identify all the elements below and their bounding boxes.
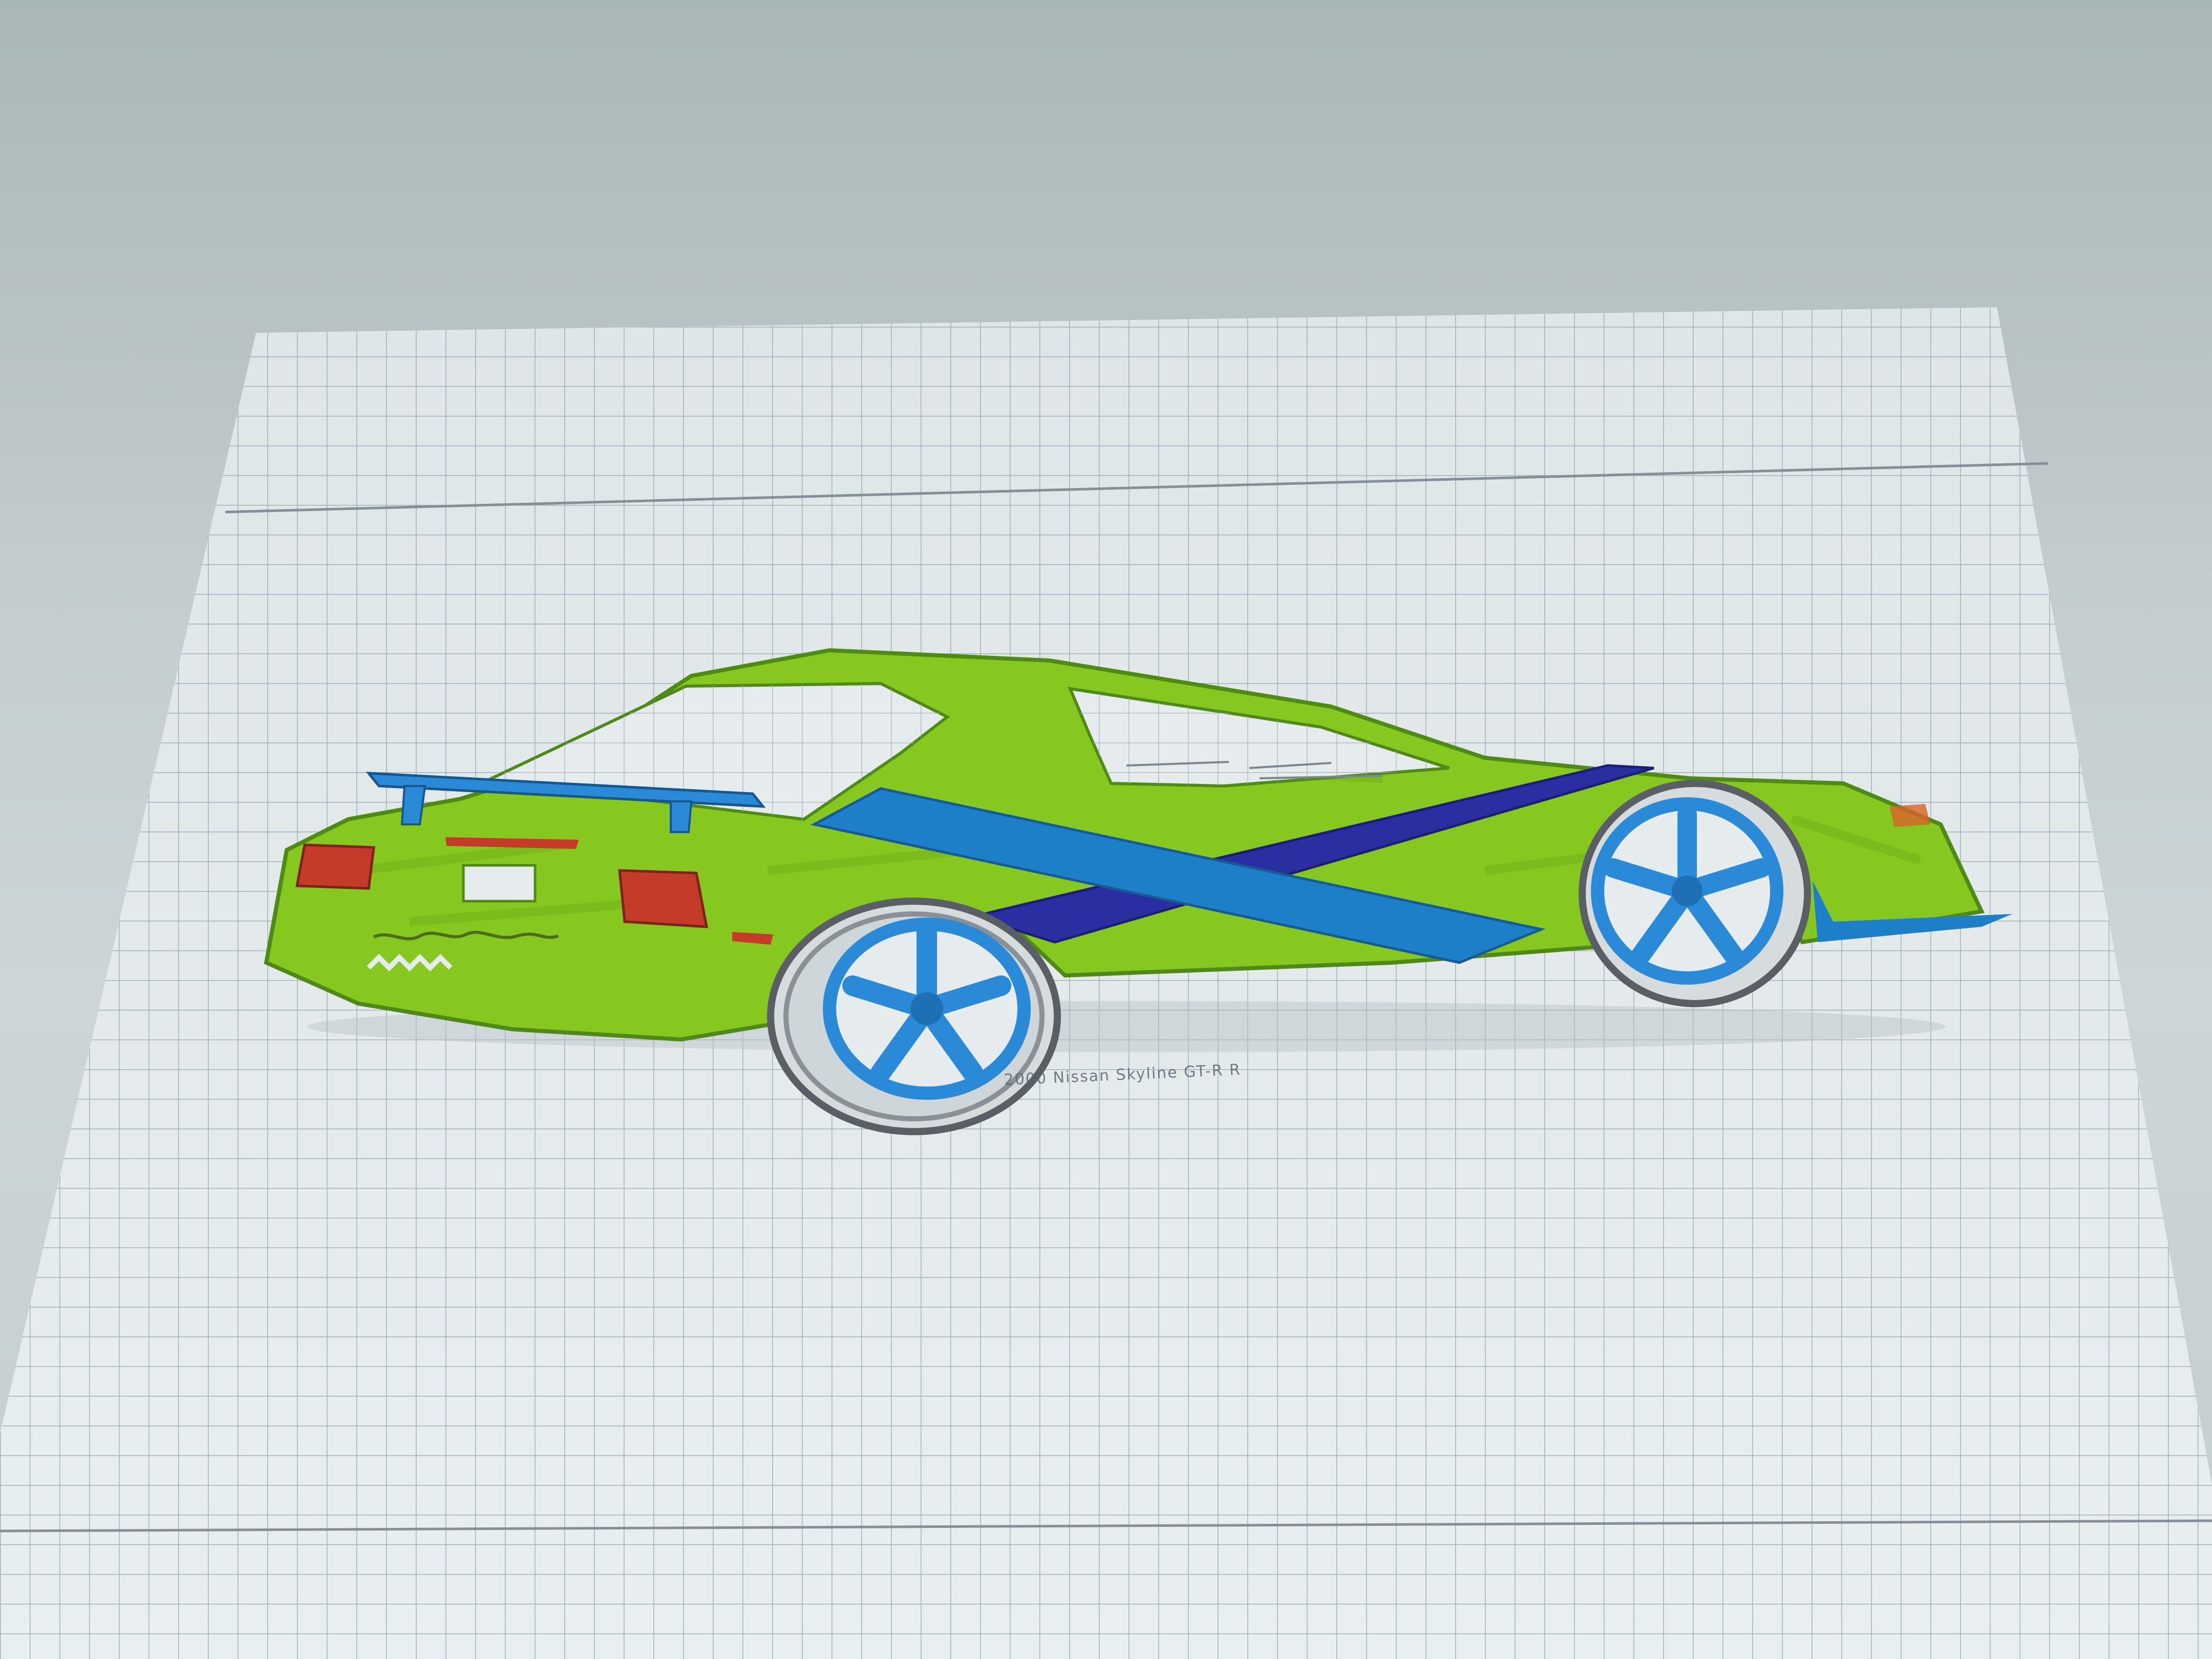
headlight	[1889, 804, 1930, 827]
license-plate	[462, 864, 537, 903]
tail-light-left	[295, 843, 375, 890]
rear-wheel	[767, 898, 1061, 1135]
front-wheel	[1579, 780, 1811, 1007]
tail-light-right	[618, 869, 709, 928]
photo-scene	[0, 307, 2212, 1659]
